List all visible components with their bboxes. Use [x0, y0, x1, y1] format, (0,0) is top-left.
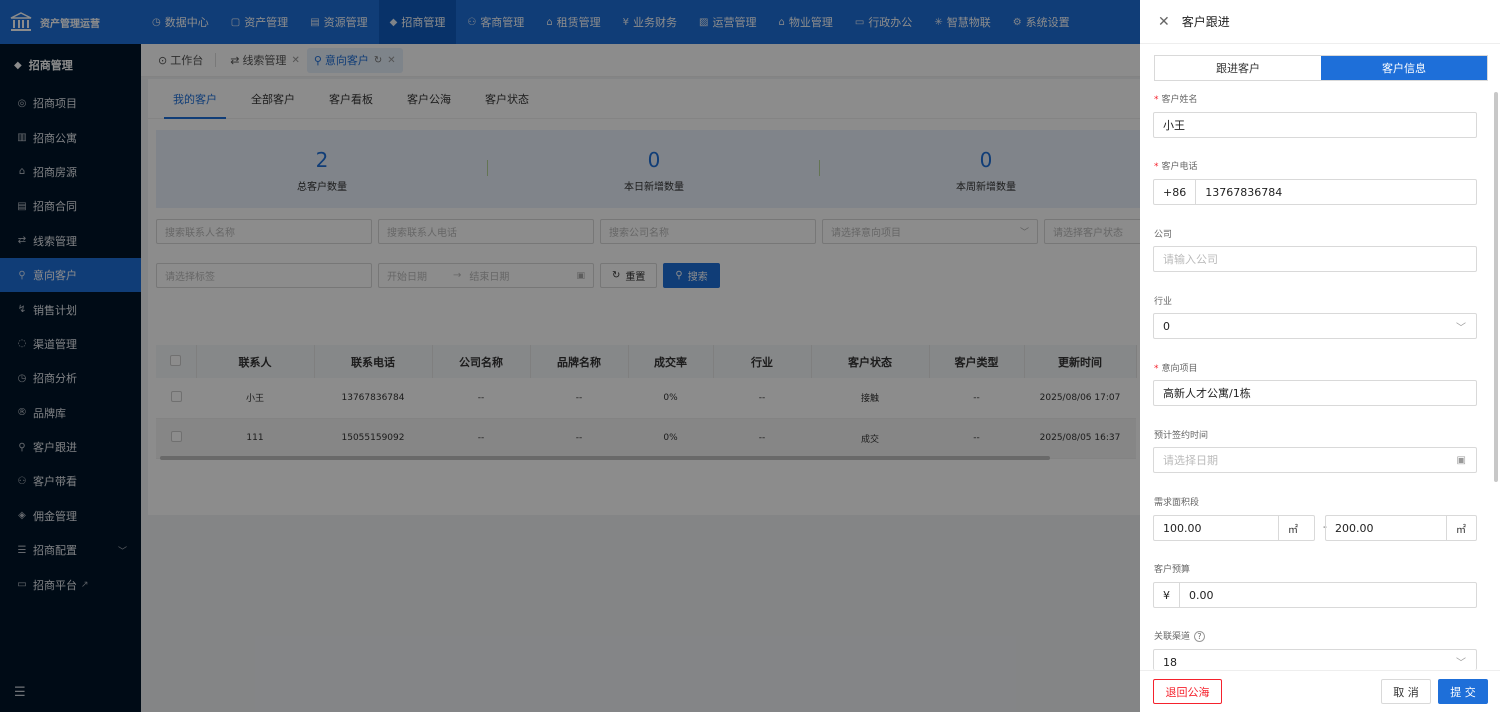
industry-label: 行业: [1154, 297, 1173, 307]
return-pool-button[interactable]: 退回公海: [1153, 679, 1222, 704]
project-label-text: 意向项目: [1161, 364, 1198, 374]
area-unit: ㎡: [1278, 516, 1314, 540]
close-icon[interactable]: ✕: [1158, 14, 1170, 30]
budget-value: 0.00: [1189, 588, 1214, 602]
required-mark: *: [1154, 162, 1159, 172]
seg-followup[interactable]: 跟进客户: [1155, 56, 1321, 80]
area-max-value: 200.00: [1335, 521, 1374, 535]
sign-date-placeholder: 请选择日期: [1163, 454, 1218, 467]
drawer-header: ✕ 客户跟进: [1140, 0, 1500, 44]
help-icon[interactable]: ?: [1194, 631, 1206, 642]
drawer-segment: 跟进客户 客户信息: [1154, 55, 1488, 81]
phone-label-text: 客户电话: [1161, 162, 1198, 172]
area-label: 需求面积段: [1154, 498, 1200, 508]
budget-input[interactable]: ¥0.00: [1153, 582, 1477, 608]
channel-label: 关联渠道?: [1154, 629, 1206, 642]
sign-date-label: 预计签约时间: [1154, 431, 1209, 441]
seg-customer-info[interactable]: 客户信息: [1321, 56, 1487, 80]
drawer-title: 客户跟进: [1181, 15, 1230, 29]
intent-project-select[interactable]: 高新人才公寓/1栋: [1153, 380, 1477, 406]
channel-select[interactable]: 18 ﹀: [1153, 649, 1477, 670]
required-mark: *: [1154, 364, 1159, 374]
phone-label: * 客户电话: [1154, 159, 1198, 172]
customer-phone-input[interactable]: +86 13767836784: [1153, 179, 1477, 205]
app-root: 资产管理运营 ◷ 数据中心 ▢ 资产管理 ▤ 资源管理 ◆ 招商管理 ⚇ 客商管理 ⌂ 租赁…: [0, 0, 1500, 712]
phone-prefix: +86: [1154, 180, 1197, 204]
chevron-down-icon: ﹀: [1456, 658, 1466, 669]
industry-value: 0: [1163, 319, 1170, 333]
submit-button[interactable]: 提 交: [1438, 679, 1488, 704]
channel-label-text: 关联渠道: [1154, 632, 1191, 642]
industry-select[interactable]: 0 ﹀: [1153, 313, 1477, 339]
company-label: 公司: [1154, 230, 1173, 240]
budget-label: 客户预算: [1154, 565, 1191, 575]
area-min-value: 100.00: [1163, 521, 1202, 535]
required-mark: *: [1154, 95, 1159, 105]
project-label: * 意向项目: [1154, 361, 1198, 374]
area-min-input[interactable]: 100.00 ㎡: [1153, 515, 1315, 541]
sign-date-picker[interactable]: 请选择日期 ▣: [1153, 447, 1477, 473]
cancel-button[interactable]: 取 消: [1381, 679, 1431, 704]
chevron-down-icon: ﹀: [1456, 322, 1466, 334]
customer-followup-drawer: ✕ 客户跟进 跟进客户 客户信息 * 客户姓名 小王 * 客户电话 +86 13767…: [1140, 0, 1500, 712]
modal-mask[interactable]: [0, 0, 1140, 712]
company-input[interactable]: 请输入公司: [1153, 246, 1477, 272]
name-label-text: 客户姓名: [1161, 95, 1198, 105]
channel-value: 18: [1163, 656, 1177, 669]
drawer-scrollbar[interactable]: [1494, 92, 1498, 482]
name-label: * 客户姓名: [1154, 92, 1198, 105]
area-unit: ㎡: [1446, 516, 1476, 540]
drawer-footer: 退回公海 取 消 提 交: [1140, 670, 1500, 712]
yuan-icon: ¥: [1154, 583, 1180, 607]
calendar-icon: ▣: [1456, 454, 1466, 466]
phone-value: 13767836784: [1205, 185, 1283, 199]
area-max-input[interactable]: 200.00 ㎡: [1325, 515, 1477, 541]
customer-name-input[interactable]: 小王: [1153, 112, 1477, 138]
